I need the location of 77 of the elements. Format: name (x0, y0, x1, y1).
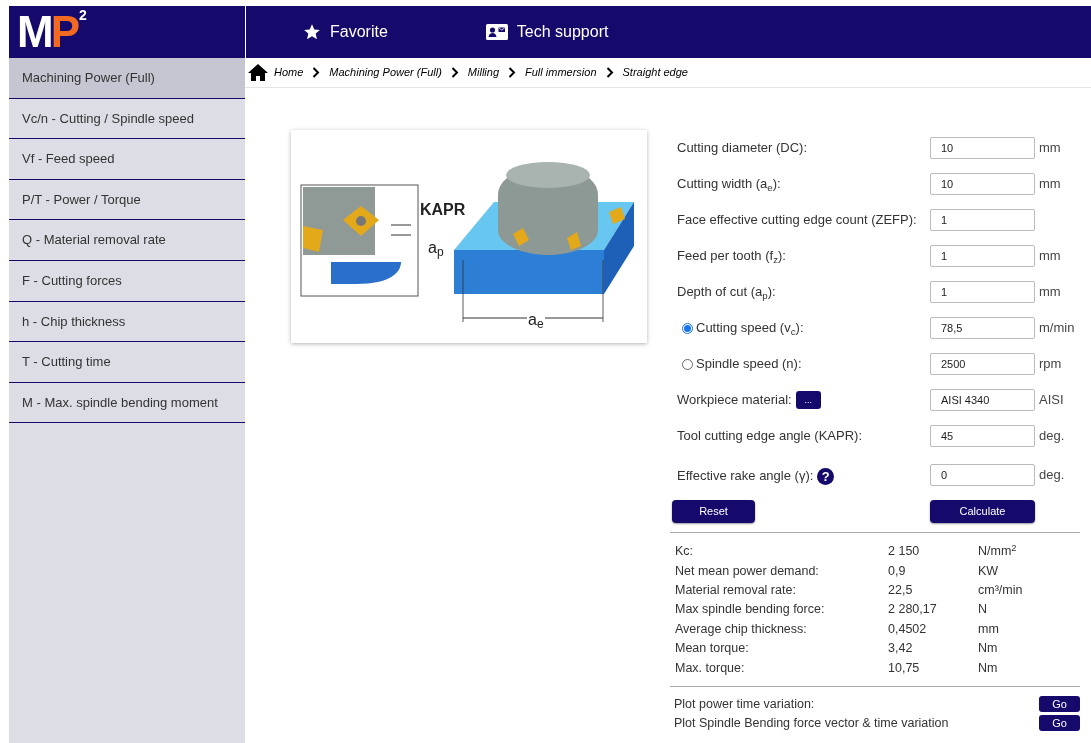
unit-label: deg. (1039, 466, 1065, 485)
field-label: Spindle speed (n): (696, 355, 802, 374)
nav-link[interactable]: Favorite (303, 20, 388, 44)
diagram-label: KAPR (419, 202, 467, 218)
result-label: Mean torque: (675, 640, 750, 658)
field-label: Tool cutting edge angle (KAPR): (677, 427, 862, 446)
field-label: Cutting width (a$_{e}$): (677, 175, 781, 194)
logo-letter: P (50, 10, 77, 54)
input-field[interactable]: 2500 (930, 353, 1035, 375)
unit-label: mm (1039, 139, 1061, 158)
result-unit: Nm (978, 659, 998, 677)
result-label: Material removal rate: (675, 582, 797, 600)
input-field[interactable]: 10 (930, 137, 1035, 159)
input-field[interactable]: 1 (930, 245, 1035, 267)
result-value: 10,75 (888, 659, 921, 677)
go-button[interactable]: Go (1039, 696, 1080, 713)
field-label: Depth of cut (a$_{p}$): (677, 283, 776, 302)
home-icon[interactable] (248, 64, 268, 81)
breadcrumb-link[interactable]: Home (274, 64, 304, 81)
field-label: Face effective cutting edge count (ZEFP): (677, 211, 917, 230)
input-field[interactable]: 78,5 (930, 317, 1035, 339)
chevron-right-icon (450, 67, 459, 78)
input-field[interactable]: 10 (930, 173, 1035, 195)
input-field[interactable]: 1 (930, 209, 1035, 231)
result-unit: N (978, 601, 988, 619)
result-value: 3,42 (888, 640, 914, 658)
nav-link[interactable]: Tech support (485, 20, 609, 44)
unit-label: AISI (1039, 391, 1064, 410)
result-unit: cm³/min (978, 582, 1023, 600)
result-value: 2 280,17 (888, 601, 938, 619)
chevron-right-icon (312, 67, 321, 78)
plot-label: Plot power time variation: (674, 695, 815, 713)
unit-label: m/min (1039, 319, 1075, 338)
chevron-right-icon (605, 67, 614, 78)
field-label: Feed per tooth (f$_{z}$): (677, 247, 786, 266)
result-label: Kc: (675, 543, 695, 561)
breadcrumb-link[interactable]: Full immersion (525, 64, 597, 81)
unit-label: mm (1039, 175, 1061, 194)
result-label: Net mean power demand: (675, 562, 820, 580)
result-label: Max. torque: (675, 659, 746, 677)
result-value: 0,4502 (888, 620, 928, 638)
input-field[interactable]: 0 (930, 464, 1035, 486)
action-button[interactable]: Calculate (930, 500, 1035, 523)
unit-label: mm (1039, 283, 1061, 302)
result-unit: mm (978, 620, 999, 638)
input-field[interactable]: 45 (930, 425, 1035, 447)
result-label: Average chip thickness: (675, 620, 808, 638)
result-unit: Nm (978, 640, 998, 658)
logo-letter: M (17, 10, 51, 54)
result-value: 2 150 (888, 543, 921, 561)
input-field[interactable]: AISI 4340 (930, 389, 1035, 411)
field-label: Cutting speed (v$_{c}$): (696, 319, 804, 338)
breadcrumb-link[interactable]: Milling (467, 64, 499, 81)
go-button[interactable]: Go (1039, 715, 1080, 732)
action-button[interactable]: Reset (672, 500, 755, 523)
plot-label: Plot Spindle Bending force vector & time variation (674, 714, 949, 732)
result-unit: KW (978, 562, 999, 580)
result-label: Max spindle bending force: (675, 601, 826, 619)
unit-label: rpm (1039, 355, 1062, 374)
star-icon (303, 23, 321, 41)
breadcrumb-link[interactable]: Machining Power (Full) (329, 64, 442, 81)
result-value: 0,9 (888, 562, 907, 580)
contact-card-icon (485, 24, 508, 40)
field-label: Workpiece material: (677, 391, 792, 410)
result-unit: N/mm$^{2}$ (978, 542, 1017, 561)
input-field[interactable]: 1 (930, 281, 1035, 303)
browse-button[interactable]: ... (795, 391, 821, 409)
result-value: 22,5 (888, 582, 914, 600)
logo-superscript: 2 (79, 8, 87, 22)
help-icon[interactable]: ? (817, 467, 835, 485)
field-label: Effective rake angle (γ): (677, 467, 814, 486)
breadcrumb-link[interactable]: Straight edge (622, 64, 688, 81)
sidebar-item[interactable]: Machining Power (Full) (9, 58, 245, 99)
field-label: Cutting diameter (DC): (677, 139, 808, 158)
chevron-right-icon (508, 67, 516, 78)
unit-label: mm (1039, 247, 1061, 266)
unit-label: deg. (1039, 427, 1065, 446)
